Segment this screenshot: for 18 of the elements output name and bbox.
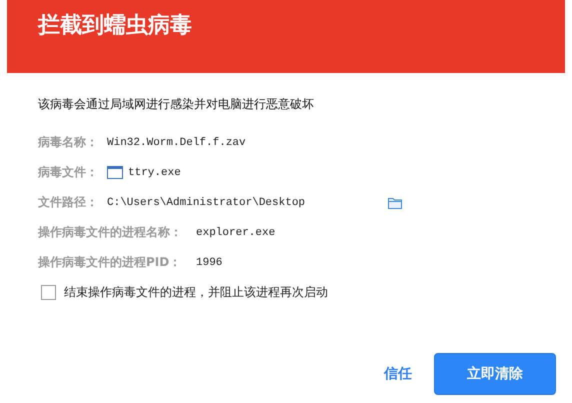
field-label: 文件路径： <box>38 194 99 211</box>
trust-button[interactable]: 信任 <box>384 365 412 383</box>
field-label: 操作病毒文件的进程PID： <box>38 254 182 271</box>
checkbox-label: 结束操作病毒文件的进程，并阻止该进程再次启动 <box>64 284 328 301</box>
field-value: C:\Users\Administrator\Desktop <box>107 196 306 208</box>
field-label: 病毒名称： <box>38 134 99 151</box>
field-value: explorer.exe <box>196 226 276 238</box>
description-text: 该病毒会通过局域网进行感染并对电脑进行恶意破坏 <box>38 96 315 113</box>
folder-icon[interactable] <box>388 196 402 208</box>
alert-title: 拦截到蠕虫病毒 <box>38 12 192 40</box>
window-icon <box>107 166 123 179</box>
field-value: ttry.exe <box>128 166 181 178</box>
field-value: 1996 <box>196 256 222 268</box>
checkbox[interactable] <box>41 285 56 300</box>
field-label: 病毒文件： <box>38 164 99 181</box>
field-label: 操作病毒文件的进程名称： <box>38 224 183 241</box>
clean-button[interactable]: 立即清除 <box>434 353 556 395</box>
field-value: Win32.Worm.Delf.f.zav <box>107 136 246 148</box>
